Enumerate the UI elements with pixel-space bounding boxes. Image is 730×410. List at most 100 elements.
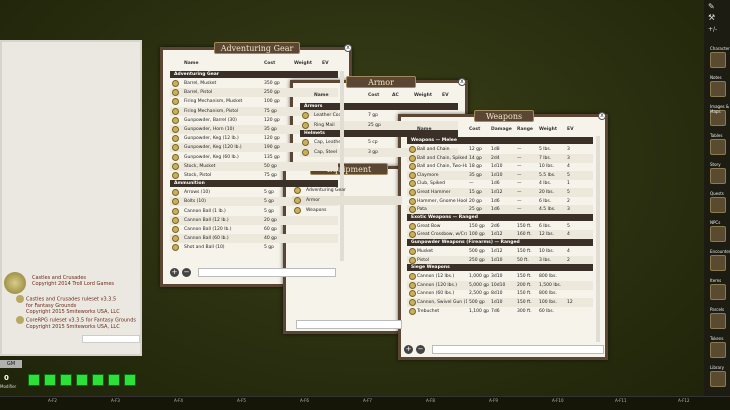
item-icon — [172, 80, 179, 87]
remove-icon[interactable]: − — [182, 268, 191, 277]
table-row[interactable]: Stock, Pistol 75 gp — [170, 171, 338, 180]
table-row[interactable]: Stock, Musket 50 gp — [170, 161, 338, 171]
table-row[interactable]: Cannon Ball (12 lb.) 20 gp — [170, 215, 338, 225]
column-header[interactable]: Damage — [491, 127, 512, 132]
hotkey-slot[interactable]: A-F6 — [300, 398, 309, 403]
column-header[interactable]: Range — [517, 127, 533, 132]
column-header[interactable]: AC — [392, 93, 399, 98]
item-icon — [172, 235, 179, 243]
d10-dice-icon[interactable] — [76, 374, 88, 386]
table-cell: 190 gp — [264, 145, 280, 151]
sidebar-book-icon[interactable] — [710, 284, 726, 300]
close-icon[interactable]: x — [598, 112, 606, 120]
column-header[interactable]: Weight — [414, 93, 432, 98]
close-icon[interactable]: x — [344, 44, 352, 52]
library-item[interactable]: Castles and Crusades ruleset v3.3.5 for … — [16, 295, 120, 315]
d12-dice-icon[interactable] — [92, 374, 104, 386]
d100-dice-icon[interactable] — [124, 374, 136, 386]
table-cell: 60 gp — [264, 227, 277, 232]
sidebar-label: Tables — [710, 133, 723, 138]
item-icon — [172, 126, 179, 133]
table-cell: 35 gp — [264, 127, 277, 132]
filter-input[interactable] — [296, 320, 402, 329]
column-header[interactable]: Weight — [294, 61, 312, 66]
library-item[interactable]: CoreRPG ruleset v3.3.5 for Fantasy Groun… — [16, 316, 136, 330]
table-row[interactable]: Leather Coat 7 gp — [300, 111, 458, 120]
remove-icon[interactable]: − — [416, 345, 425, 354]
sidebar-book-icon[interactable] — [710, 342, 726, 358]
sidebar-book-icon[interactable] — [710, 226, 726, 242]
hotkey-slot[interactable]: A-F5 — [237, 398, 246, 403]
column-header[interactable]: Weight — [539, 127, 557, 132]
table-row[interactable]: Ring Mail 25 gp — [300, 120, 458, 130]
sidebar-book-icon[interactable] — [710, 139, 726, 155]
library-item[interactable]: Castles and Crusades Copyright 2014 Trol… — [32, 275, 114, 287]
item-icon — [172, 189, 179, 197]
chat-input[interactable] — [82, 335, 140, 343]
ruleset-icon — [16, 316, 24, 324]
add-icon[interactable]: + — [170, 268, 179, 277]
equipment-list-item[interactable]: Armor — [292, 196, 402, 205]
table-row[interactable]: Cannon Ball (120 lb.) 60 gp — [170, 225, 338, 234]
column-header[interactable]: Name — [417, 127, 432, 132]
sidebar-book-icon[interactable] — [710, 81, 726, 97]
sidebar-book-icon[interactable] — [710, 168, 726, 184]
scrollbar[interactable] — [340, 71, 344, 261]
sidebar-label: Quests — [710, 191, 724, 196]
hotkey-slot[interactable]: A-F4 — [174, 398, 183, 403]
hotkey-slot[interactable]: A-F7 — [363, 398, 372, 403]
close-icon[interactable]: x — [458, 78, 466, 86]
sidebar-book-icon[interactable] — [710, 255, 726, 271]
column-header[interactable]: Cost — [469, 127, 480, 132]
add-icon[interactable]: + — [404, 345, 413, 354]
sidebar-book-icon[interactable] — [710, 197, 726, 213]
hotkey-slot[interactable]: A-F8 — [426, 398, 435, 403]
table-row[interactable]: Trebuchet 1,100 gp 7d6 300 ft. 60 lbs. — [407, 307, 593, 316]
scrollbar[interactable] — [596, 136, 600, 342]
filter-input[interactable] — [432, 345, 604, 354]
hotkey-slot[interactable]: A-F12 — [678, 398, 689, 403]
table-row[interactable]: Barrel, Pistol 250 gp — [170, 88, 338, 98]
column-header[interactable]: Name — [314, 93, 329, 98]
sidebar-book-icon[interactable] — [710, 371, 726, 387]
tools-icon[interactable]: ⚒ — [708, 13, 715, 22]
filter-input[interactable] — [198, 268, 336, 277]
table-cell: Gunpowder, Keg (120 lb.) — [184, 145, 242, 151]
table-row[interactable]: Shot and Ball (10) 5 gp — [170, 243, 338, 252]
sidebar-book-icon[interactable] — [710, 313, 726, 329]
column-header[interactable]: Cost — [264, 61, 275, 66]
item-icon — [409, 171, 416, 179]
pencil-icon[interactable]: ✎ — [708, 2, 715, 11]
column-header[interactable]: Name — [184, 61, 199, 66]
equipment-list-item[interactable]: Adventuring Gear — [292, 186, 402, 195]
modifier-value[interactable]: 0 — [4, 374, 9, 382]
hotkey-slot[interactable]: A-F3 — [111, 398, 120, 403]
table-row[interactable]: Barrel, Musket 350 gp — [170, 79, 338, 88]
hotkey-slot[interactable]: A-F11 — [615, 398, 626, 403]
sidebar-book-icon[interactable] — [710, 52, 726, 68]
sidebar-label: Parcels — [710, 307, 725, 312]
item-icon — [172, 207, 179, 215]
table-cell: 300 ft. — [517, 308, 532, 314]
d4-dice-icon[interactable] — [28, 374, 40, 386]
hotkey-slot[interactable]: A-F9 — [489, 398, 498, 403]
item-icon — [409, 307, 416, 315]
sidebar-label: Story — [710, 162, 721, 167]
column-header[interactable]: EV — [322, 61, 329, 66]
d6-dice-icon[interactable] — [44, 374, 56, 386]
column-header[interactable]: EV — [567, 127, 574, 132]
column-header[interactable]: EV — [442, 93, 449, 98]
zoom-icon[interactable]: +/- — [708, 26, 717, 33]
item-icon — [409, 197, 416, 205]
d8-dice-icon[interactable] — [60, 374, 72, 386]
item-icon — [172, 216, 179, 224]
hotkey-slot[interactable]: A-F10 — [552, 398, 563, 403]
item-icon — [294, 197, 301, 204]
item-icon — [409, 154, 416, 162]
hotkey-slot[interactable]: A-F2 — [48, 398, 57, 403]
table-row[interactable]: Cannon Ball (60 lb.) 40 gp — [170, 234, 338, 244]
d20-dice-icon[interactable] — [108, 374, 120, 386]
column-header[interactable]: Cost — [368, 93, 379, 98]
equipment-list-item[interactable]: Weapons — [292, 206, 402, 215]
group-header: Adventuring Gear — [170, 71, 338, 78]
